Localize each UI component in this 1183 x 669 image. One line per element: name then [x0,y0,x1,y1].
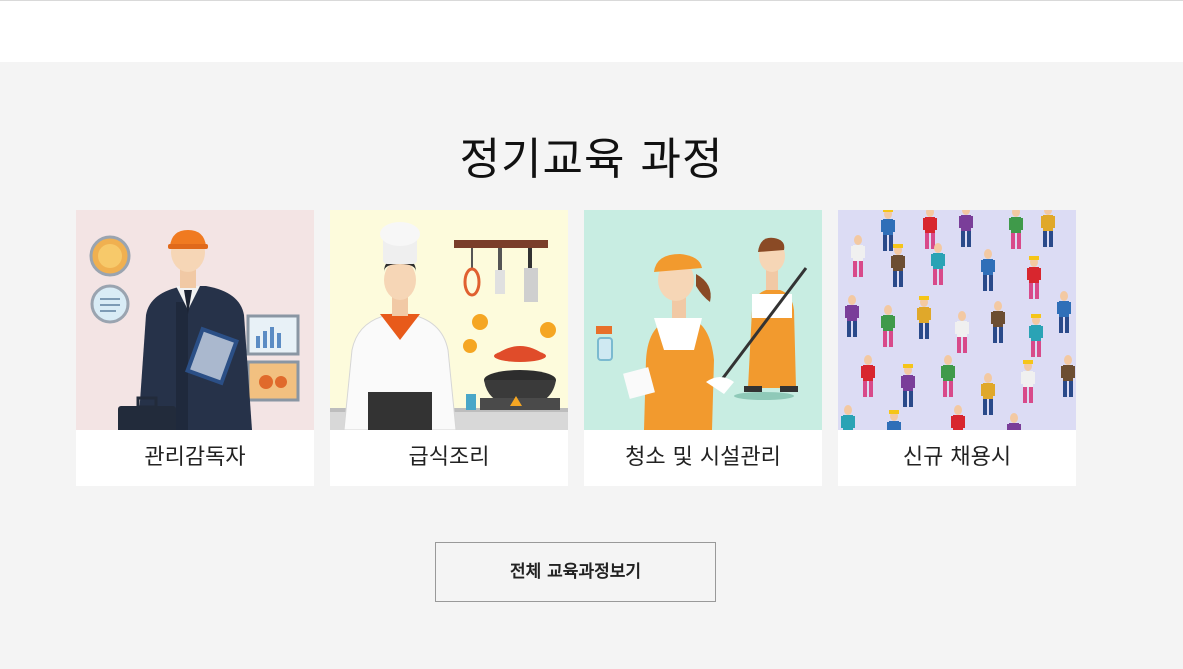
course-card-label: 관리감독자 [144,445,246,470]
course-card-cleaning[interactable]: 청소 및 시설관리 [584,210,822,486]
course-card-supervisor[interactable]: 관리감독자 [76,210,314,486]
crowd-workers-illustration [838,210,1076,430]
supervisor-illustration [76,210,314,430]
regular-courses-section: 정기교육 과정 관리감독자 급식조리 청소 및 시설관리 신규 채용시 전체 교… [0,62,1183,669]
section-title: 정기교육 과정 [459,134,724,185]
course-card-new-hire[interactable]: 신규 채용시 [838,210,1076,486]
view-all-courses-button[interactable]: 전체 교육과정보기 [435,542,716,602]
top-header-bar [0,0,1183,62]
course-card-label: 급식조리 [408,445,490,470]
chef-illustration [330,210,568,430]
cleaning-staff-illustration [584,210,822,430]
course-card-label: 청소 및 시설관리 [625,445,781,470]
course-card-label: 신규 채용시 [902,445,1012,470]
course-card-list: 관리감독자 급식조리 청소 및 시설관리 신규 채용시 [76,210,1076,486]
course-card-chef[interactable]: 급식조리 [330,210,568,486]
